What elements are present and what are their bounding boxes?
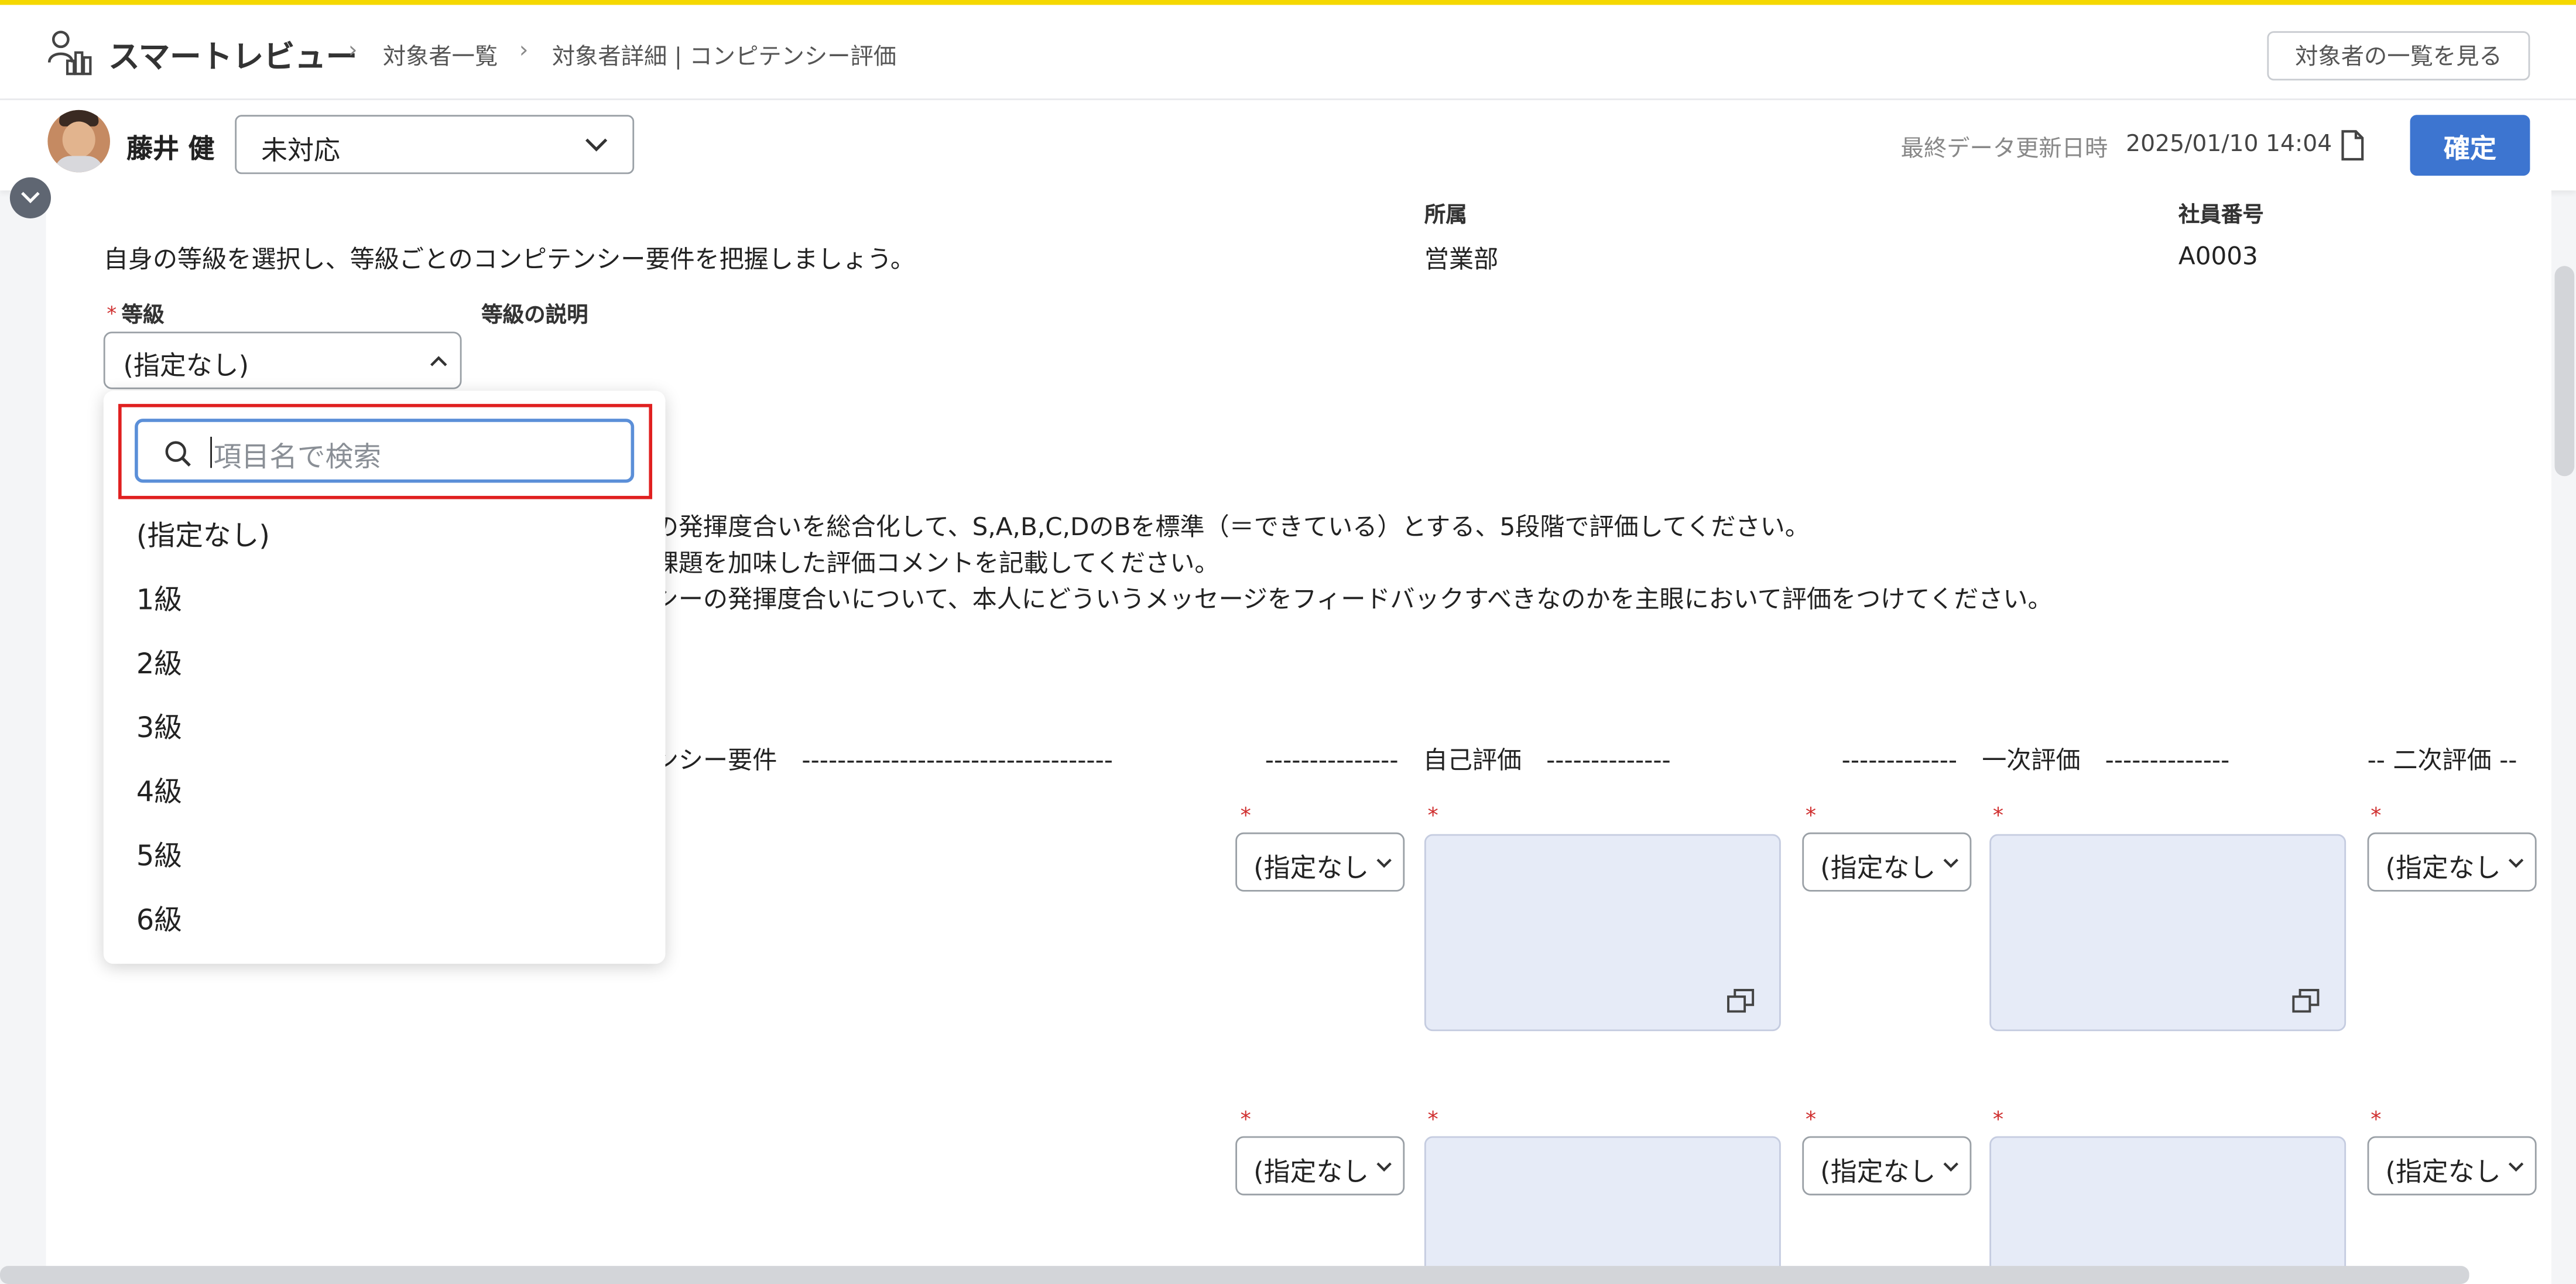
intro-text: 自身の等級を選択し、等級ごとのコンピテンシー要件を把握しましょう。: [103, 244, 915, 275]
grade-select[interactable]: (指定なし): [103, 331, 462, 389]
dept-label: 所属: [1424, 203, 1467, 228]
chevron-down-icon: [1376, 1162, 1392, 1172]
self-eval-score-select[interactable]: (指定なし: [1235, 1136, 1405, 1196]
target-bar: 藤井 健 未対応 最終データ更新日時 2025/01/10 14:04 確定: [0, 98, 2576, 191]
required-mark: *: [1992, 804, 2004, 830]
status-select[interactable]: 未対応: [235, 115, 635, 174]
highlight-box: [118, 403, 653, 499]
first-eval-comment[interactable]: [1989, 1136, 2347, 1284]
required-mark: *: [1805, 804, 1817, 830]
chevron-down-icon: [1943, 858, 1958, 868]
self-eval-score-value: (指定なし: [1253, 852, 1369, 884]
self-eval-comment[interactable]: [1424, 1136, 1781, 1284]
second-eval-score-value: (指定なし: [2385, 1156, 2501, 1187]
last-updated-value: 2025/01/10 14:04: [2126, 131, 2332, 158]
chevron-up-icon: [430, 356, 447, 367]
instruction-line-3: シーの発揮度合いについて、本人にどういうメッセージをフィードバックすべきなのかを…: [653, 584, 2053, 614]
instruction-line-1: の発揮度合いを総合化して、S,A,B,C,DのBを標準（＝できている）とする、5…: [653, 512, 1810, 542]
column-header-self-eval: --------------- 自己評価 --------------: [1265, 745, 1671, 775]
first-eval-score-select[interactable]: (指定なし: [1802, 1136, 1972, 1196]
target-user-name: 藤井 健: [126, 133, 215, 165]
top-accent-line: [0, 0, 2576, 5]
instruction-line-2: 課題を加味した評価コメントを記載してください。: [653, 548, 1220, 578]
grade-option[interactable]: 5級: [136, 833, 182, 874]
review-app-icon: [47, 30, 92, 76]
required-mark: *: [1992, 1108, 2004, 1134]
self-eval-comment[interactable]: [1424, 834, 1781, 1032]
breadcrumb-separator-2: ›: [519, 37, 529, 64]
grade-option[interactable]: 2級: [136, 641, 182, 682]
second-eval-score-select[interactable]: (指定なし: [2367, 1136, 2537, 1196]
chevron-down-icon: [1943, 1162, 1958, 1172]
chevron-down-icon: [585, 138, 608, 152]
required-mark: *: [2371, 804, 2382, 830]
column-header-first-eval: ------------- 一次評価 --------------: [1841, 745, 2230, 775]
employee-number-value: A0003: [2178, 241, 2258, 271]
breadcrumb-separator-1: ›: [348, 37, 358, 64]
required-mark: *: [2371, 1108, 2382, 1134]
breadcrumb-current: 対象者詳細 | コンピテンシー評価: [551, 44, 897, 71]
grade-option[interactable]: 4級: [136, 768, 182, 809]
grade-option[interactable]: 1級: [136, 576, 182, 617]
view-target-list-button[interactable]: 対象者の一覧を見る: [2267, 31, 2530, 81]
first-eval-score-value: (指定なし: [1820, 1156, 1936, 1187]
vertical-scrollbar[interactable]: [2554, 266, 2575, 477]
second-eval-score-select[interactable]: (指定なし: [2367, 832, 2537, 892]
document-icon[interactable]: [2339, 130, 2366, 161]
chevron-down-icon: [2508, 1162, 2524, 1172]
chevron-down-icon: [21, 191, 40, 204]
chevron-down-icon: [2508, 858, 2524, 868]
dept-value: 営業部: [1424, 244, 1499, 275]
self-eval-score-value: (指定なし: [1253, 1156, 1369, 1187]
first-eval-score-value: (指定なし: [1820, 852, 1936, 884]
avatar: [47, 109, 111, 173]
app-title[interactable]: スマートレビュー: [108, 33, 357, 77]
second-eval-score-value: (指定なし: [2385, 852, 2501, 884]
grade-label: 等級: [121, 303, 165, 328]
breadcrumb-target-list[interactable]: 対象者一覧: [383, 39, 498, 72]
grade-option[interactable]: 6級: [136, 896, 182, 937]
column-header-requirement: ンシー要件 ----------------------------------…: [653, 745, 1114, 775]
expand-icon[interactable]: [1727, 988, 1755, 1013]
required-mark: *: [1240, 1108, 1251, 1134]
confirm-button[interactable]: 確定: [2410, 115, 2530, 176]
chevron-down-icon: [1376, 858, 1392, 868]
required-mark: *: [1805, 1108, 1817, 1134]
status-select-value: 未対応: [261, 134, 340, 166]
grade-required-mark: *: [107, 302, 117, 326]
grade-select-value: (指定なし): [123, 350, 249, 381]
horizontal-scrollbar[interactable]: [0, 1266, 2469, 1284]
required-mark: *: [1240, 804, 1251, 830]
column-header-second-eval: -- 二次評価 --: [2367, 745, 2517, 775]
required-mark: *: [1427, 804, 1438, 830]
expand-icon[interactable]: [2292, 988, 2320, 1013]
last-updated-label: 最終データ更新日時: [1900, 136, 2108, 163]
app-header: スマートレビュー › 対象者一覧 › 対象者詳細 | コンピテンシー評価 対象者…: [0, 5, 2576, 99]
grade-option[interactable]: (指定なし): [136, 512, 270, 553]
grade-description-label: 等級の説明: [481, 303, 588, 328]
required-mark: *: [1427, 1108, 1438, 1134]
collapse-toggle-button[interactable]: [9, 177, 51, 218]
employee-number-label: 社員番号: [2178, 203, 2264, 228]
first-eval-comment[interactable]: [1989, 834, 2347, 1032]
first-eval-score-select[interactable]: (指定なし: [1802, 832, 1972, 892]
self-eval-score-select[interactable]: (指定なし: [1235, 832, 1405, 892]
grade-option[interactable]: 3級: [136, 704, 182, 745]
